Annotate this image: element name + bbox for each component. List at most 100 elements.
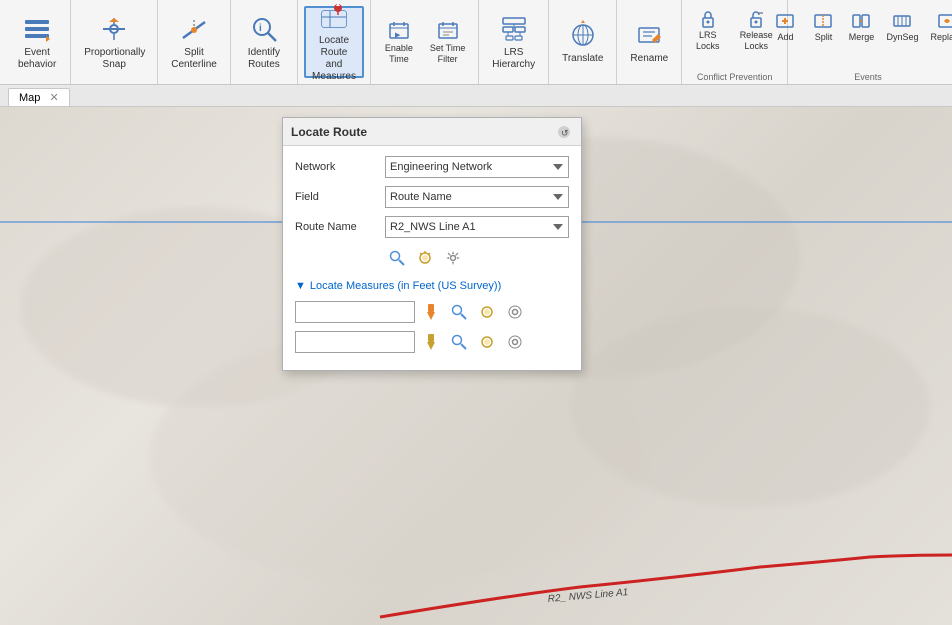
flash-route-button[interactable] [413,246,437,270]
locate-route-button[interactable]: Locate Route and Measures [304,6,364,78]
search-route-button[interactable] [385,246,409,270]
map-tab[interactable]: Map ✕ [8,88,70,106]
translate-label: Translate [562,53,603,65]
set-time-filter-icon [436,19,460,43]
group-events: Add Split M [788,0,948,84]
main-toolbar: Event behavior Proportionally Snap [0,0,952,85]
event-behavior-icon [21,13,53,45]
measure-row-2 [295,330,569,354]
replace-button[interactable]: Replace [926,4,952,56]
events-label: Events [788,72,948,82]
dynseg-label: DynSeg [886,32,918,42]
lrs-hierarchy-icon [498,13,530,45]
map-tab-label: Map [19,92,40,104]
group-snap: Proportionally Snap [71,0,158,84]
release-locks-icon [744,8,768,30]
group-identify: i Identify Routes [231,0,298,84]
group-translate: Translate [549,0,617,84]
map-tab-close[interactable]: ✕ [49,92,58,104]
group-lrs-hierarchy: LRS Hierarchy [479,0,549,84]
panel-title: Locate Route [291,125,367,139]
panel-close-button[interactable]: ↺ [555,123,573,141]
translate-button[interactable]: Translate [555,6,610,78]
prop-snap-label: Proportionally Snap [84,47,144,71]
svg-text:↺: ↺ [561,128,569,138]
rename-label: Rename [630,53,668,65]
add-button[interactable]: Add [767,4,803,56]
network-label: Network [295,161,385,173]
set-time-filter-label: Set Time Filter [428,43,467,65]
network-row: Network Engineering Network [295,156,569,178]
locate-measures-header[interactable]: ▼ Locate Measures (in Feet (US Survey)) [295,280,569,292]
split-centerline-icon [178,13,210,45]
lrs-locks-icon [696,8,720,30]
enable-time-label: Enable Time [382,43,416,65]
measure-input-2[interactable] [295,331,415,353]
group-time: ▶ Enable Time Set Time Filter [371,0,479,84]
measure1-settings-button[interactable] [503,300,527,324]
collapse-arrow: ▼ [295,280,306,292]
snap-icon [98,13,130,45]
rename-button[interactable]: Rename [623,6,675,78]
identify-routes-button[interactable]: i Identify Routes [237,6,291,78]
measure1-search-button[interactable] [447,300,471,324]
locate-measures-label: Locate Measures (in Feet (US Survey)) [310,280,501,292]
event-behavior-button[interactable]: Event behavior [10,6,64,78]
split-icon [811,8,835,32]
subtab-bar: Map ✕ [0,85,952,107]
split-button[interactable]: Split [805,4,841,56]
lrs-hierarchy-button[interactable]: LRS Hierarchy [485,6,542,78]
replace-icon [935,8,952,32]
measure2-pin-button[interactable] [419,330,443,354]
action-icons-row [295,246,569,270]
split-label: Split [815,32,833,42]
dynseg-icon [890,8,914,32]
translate-icon [567,19,599,51]
group-locate: Locate Route and Measures [298,0,371,84]
group-split-centerline: Split Centerline [158,0,231,84]
measure2-flash-button[interactable] [475,330,499,354]
split-centerline-label: Split Centerline [171,47,217,71]
enable-time-button[interactable]: ▶ Enable Time [377,15,421,69]
map-view[interactable]: R2_ NWS Line A1 R3_NWS Line A1 Locate Ro… [0,107,952,625]
locate-route-label: Locate Route and Measures [312,35,356,83]
field-select[interactable]: Route Name [385,186,569,208]
set-time-filter-button[interactable]: Set Time Filter [423,15,472,69]
field-label: Field [295,191,385,203]
route-name-select[interactable]: R2_NWS Line A1 [385,216,569,238]
measure1-flash-button[interactable] [475,300,499,324]
lrs-locks-button[interactable]: LRS Locks [688,4,727,56]
locate-route-panel: Locate Route ↺ Network Engineering Netwo… [282,117,582,371]
identify-routes-label: Identify Routes [244,47,284,71]
measure1-pin-button[interactable] [419,300,443,324]
rename-icon [633,19,665,51]
measure-row-1 [295,300,569,324]
svg-text:▶: ▶ [395,32,401,39]
merge-label: Merge [849,32,875,42]
group-event-behavior: Event behavior [4,0,71,84]
panel-body: Network Engineering Network Field Route … [283,146,581,370]
settings-route-button[interactable] [441,246,465,270]
measure-input-1[interactable] [295,301,415,323]
merge-button[interactable]: Merge [843,4,879,56]
replace-label: Replace [931,32,952,42]
merge-icon [849,8,873,32]
lrs-locks-label: LRS Locks [693,30,722,52]
identify-routes-icon: i [248,13,280,45]
network-select[interactable]: Engineering Network [385,156,569,178]
panel-header: Locate Route ↺ [283,118,581,146]
add-icon [773,8,797,32]
route-name-row: Route Name R2_NWS Line A1 [295,216,569,238]
event-behavior-label: Event behavior [17,47,57,71]
prop-snap-button[interactable]: Proportionally Snap [77,6,151,78]
locate-route-icon [318,1,350,33]
measure2-settings-button[interactable] [503,330,527,354]
route-name-label: Route Name [295,221,385,233]
svg-text:i: i [259,23,262,34]
measure2-search-button[interactable] [447,330,471,354]
group-rename: Rename [617,0,682,84]
lrs-hierarchy-label: LRS Hierarchy [492,47,535,71]
dynseg-button[interactable]: DynSeg [881,4,923,56]
split-centerline-button[interactable]: Split Centerline [164,6,224,78]
add-label: Add [777,32,793,42]
